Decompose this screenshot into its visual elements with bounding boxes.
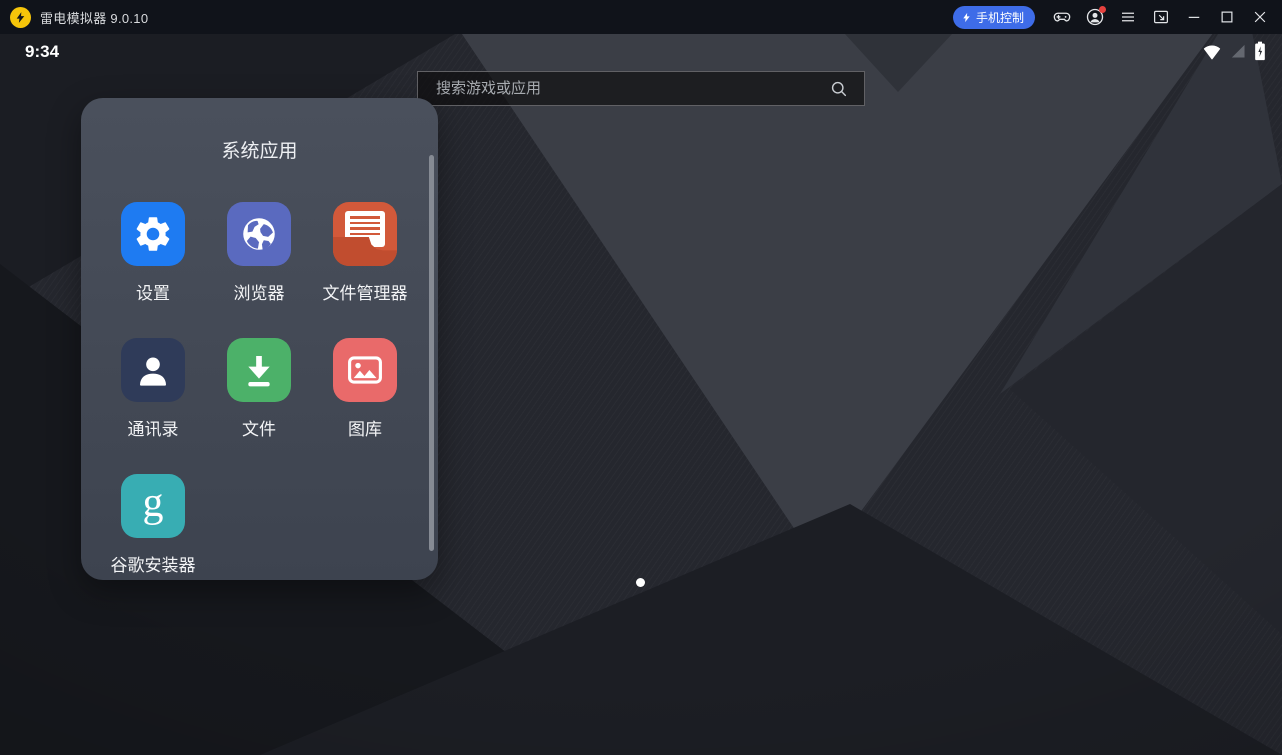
google-installer-icon: g xyxy=(121,474,185,538)
app-logo-icon xyxy=(10,7,31,28)
phone-control-button[interactable]: 手机控制 xyxy=(953,6,1035,29)
app-file-manager[interactable]: 文件管理器 xyxy=(312,194,418,330)
account-button[interactable] xyxy=(1078,0,1111,34)
app-label: 设置 xyxy=(136,279,170,304)
app-google-installer[interactable]: g 谷歌安装器 xyxy=(100,466,206,602)
browser-icon xyxy=(227,202,291,266)
app-label: 谷歌安装器 xyxy=(111,551,196,576)
file-manager-icon xyxy=(333,202,397,266)
battery-charging-icon xyxy=(1254,41,1266,61)
cellular-signal-icon xyxy=(1229,42,1247,60)
settings-icon xyxy=(121,202,185,266)
app-settings[interactable]: 设置 xyxy=(100,194,206,330)
search-bar xyxy=(417,71,865,106)
page-indicator-dot xyxy=(636,578,645,587)
folder-scrollbar[interactable] xyxy=(429,155,434,551)
app-label: 浏览器 xyxy=(234,279,285,304)
close-icon xyxy=(1251,8,1269,26)
search-input[interactable] xyxy=(418,80,829,97)
gamepad-icon xyxy=(1052,7,1072,27)
wifi-icon xyxy=(1202,42,1222,60)
titlebar-controls: 手机控制 xyxy=(953,0,1276,34)
lightning-icon xyxy=(961,11,972,24)
menu-button[interactable] xyxy=(1111,0,1144,34)
app-browser[interactable]: 浏览器 xyxy=(206,194,312,330)
titlebar: 雷电模拟器 9.0.10 手机控制 xyxy=(0,0,1282,34)
app-label: 图库 xyxy=(348,415,382,440)
folder-title: 系统应用 xyxy=(81,136,438,163)
status-clock: 9:34 xyxy=(25,42,59,62)
close-button[interactable] xyxy=(1243,0,1276,34)
contacts-icon xyxy=(121,338,185,402)
g-glyph: g xyxy=(143,482,164,524)
app-gallery[interactable]: 图库 xyxy=(312,330,418,466)
gallery-icon xyxy=(333,338,397,402)
maximize-icon xyxy=(1218,8,1236,26)
app-label: 文件管理器 xyxy=(323,279,408,304)
files-download-icon xyxy=(227,338,291,402)
resize-arrow-icon xyxy=(1152,8,1170,26)
status-icons xyxy=(1202,41,1266,61)
phone-control-label: 手机控制 xyxy=(976,9,1024,26)
menu-icon xyxy=(1119,8,1137,26)
folder-front-shape xyxy=(333,237,397,266)
app-grid: 设置 浏览器 xyxy=(100,194,418,602)
app-label: 文件 xyxy=(242,415,276,440)
app-files[interactable]: 文件 xyxy=(206,330,312,466)
app-label: 通讯录 xyxy=(128,415,179,440)
gamepad-button[interactable] xyxy=(1045,0,1078,34)
notification-dot xyxy=(1099,6,1106,13)
emulator-window: 雷电模拟器 9.0.10 手机控制 xyxy=(0,0,1282,755)
window-title: 雷电模拟器 9.0.10 xyxy=(40,8,148,27)
app-contacts[interactable]: 通讯录 xyxy=(100,330,206,466)
android-screen: 9:34 系统应用 xyxy=(0,34,1282,755)
maximize-button[interactable] xyxy=(1210,0,1243,34)
resize-window-button[interactable] xyxy=(1144,0,1177,34)
minimize-icon xyxy=(1185,8,1203,26)
system-apps-folder: 系统应用 设置 xyxy=(81,98,438,580)
search-icon[interactable] xyxy=(829,79,849,99)
minimize-button[interactable] xyxy=(1177,0,1210,34)
